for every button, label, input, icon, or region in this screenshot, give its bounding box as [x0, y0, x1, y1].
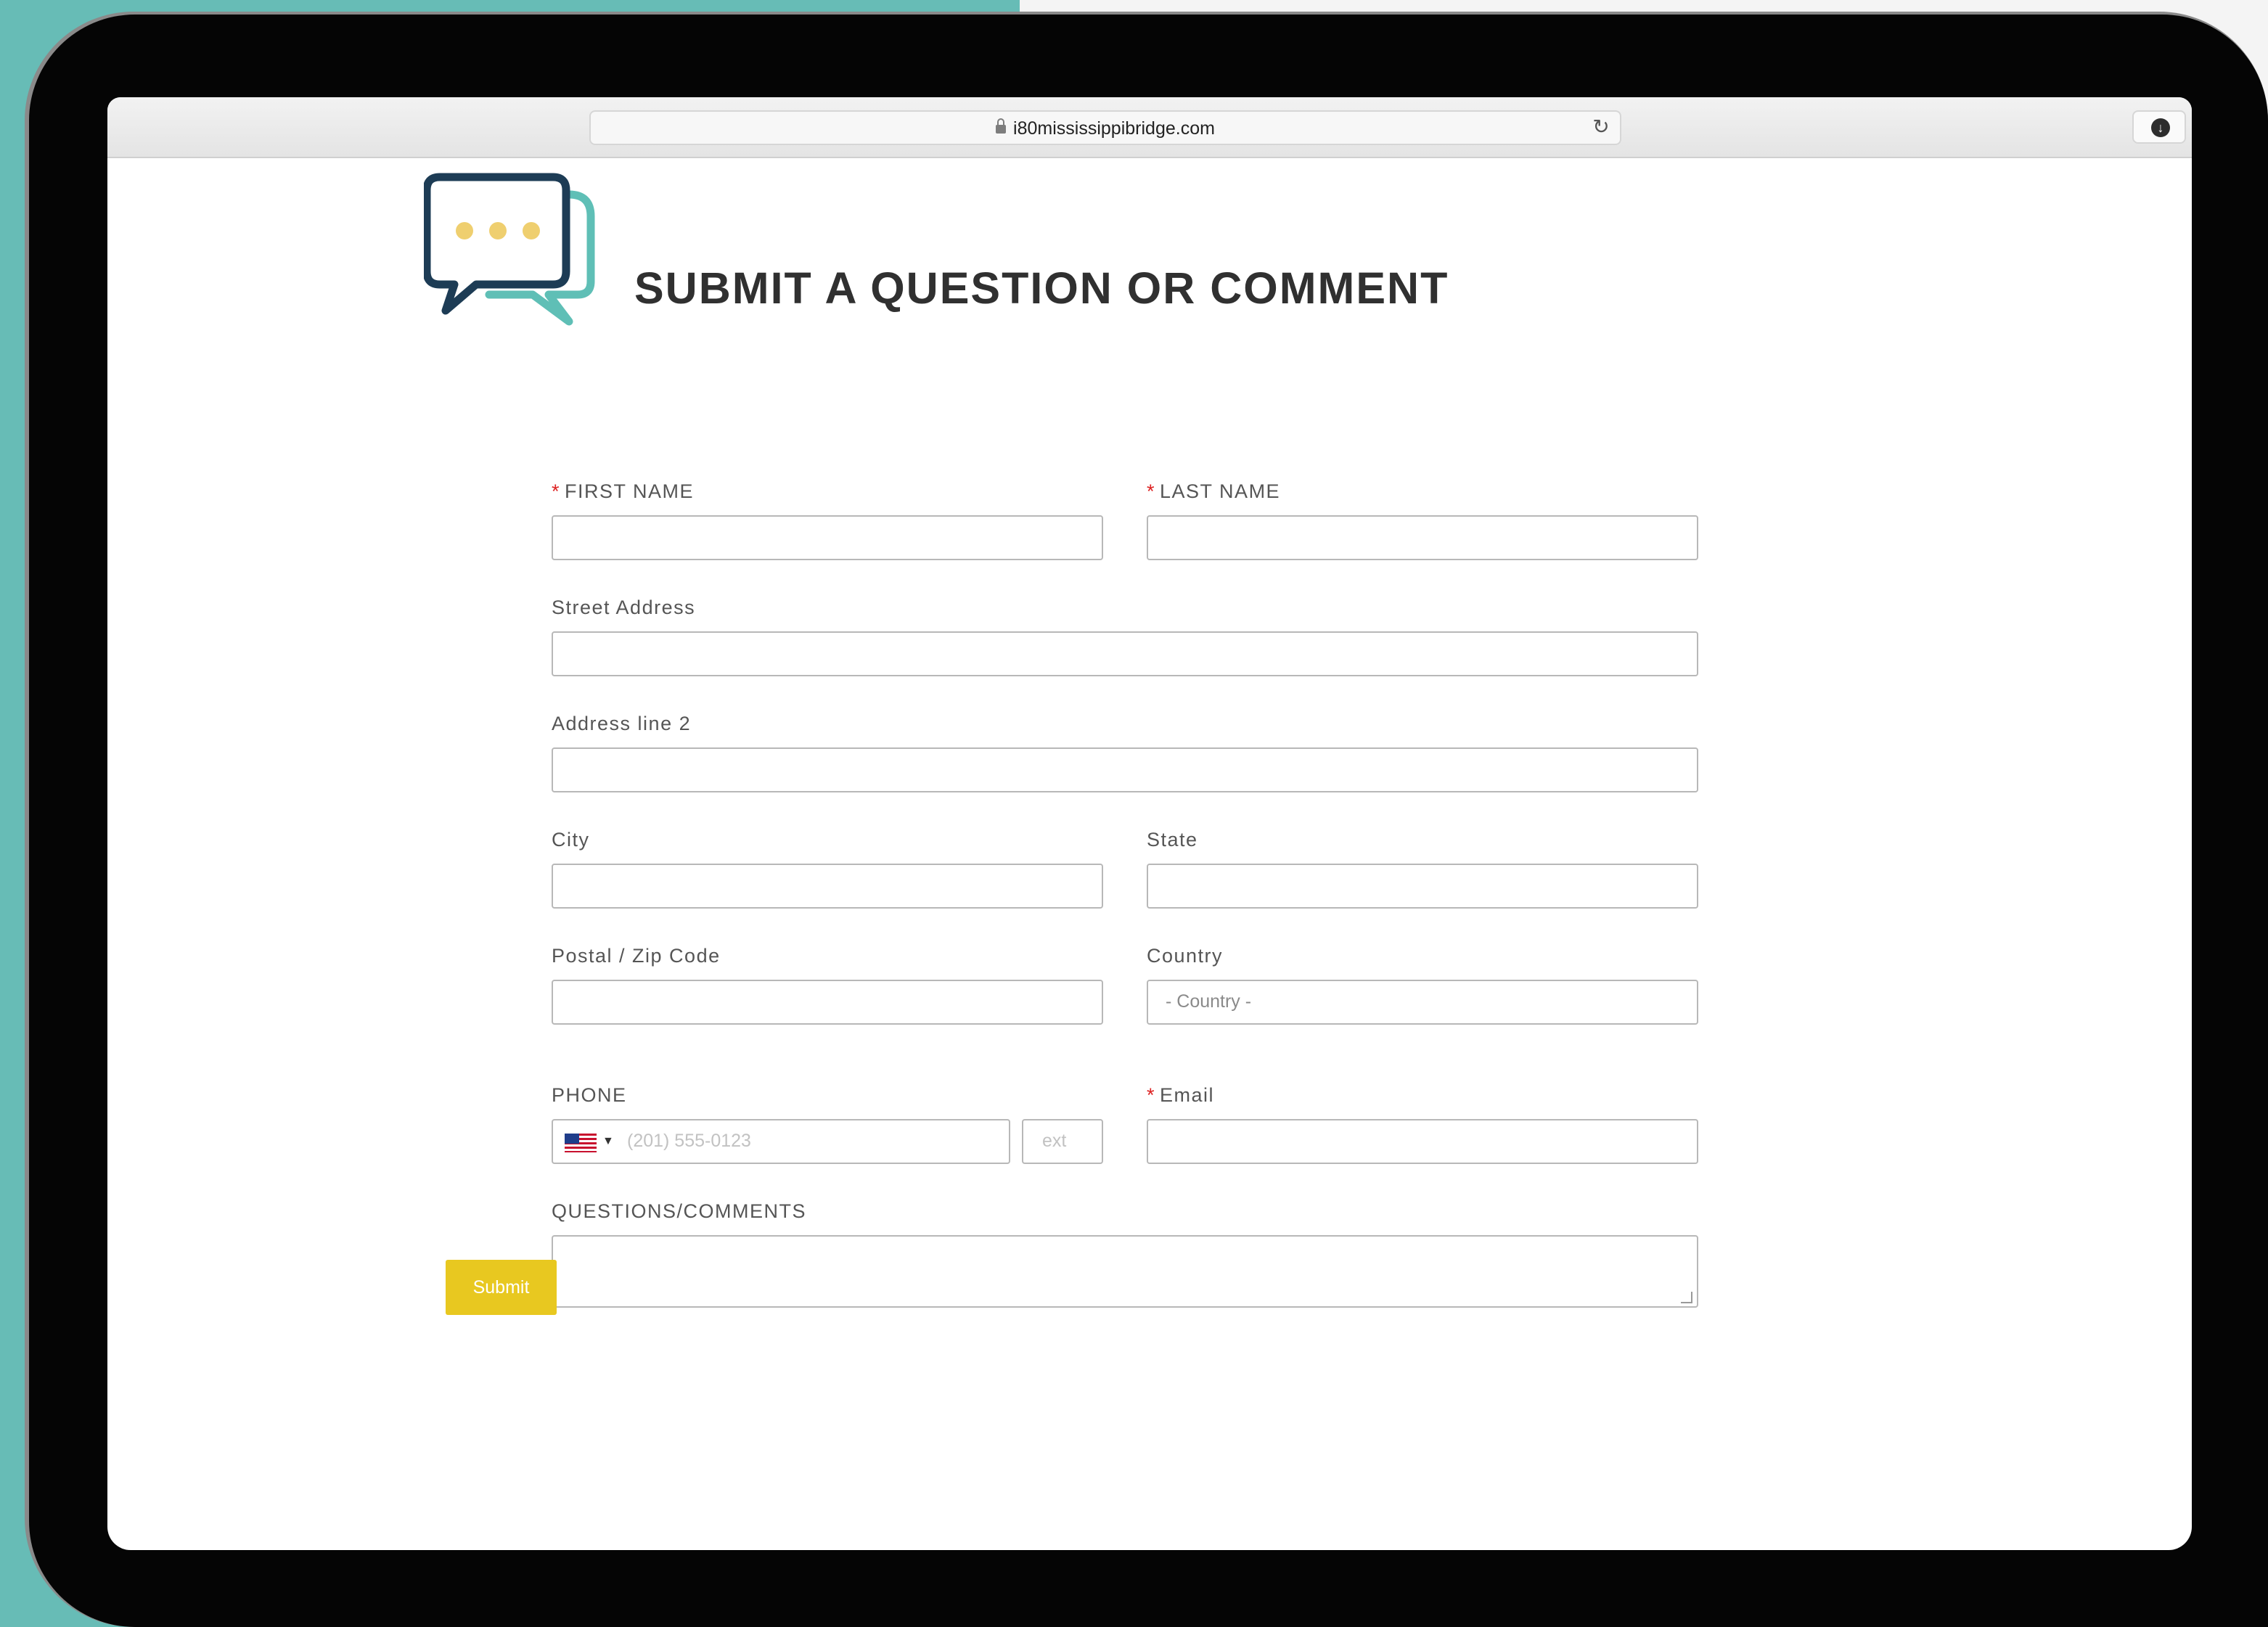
street-address-field[interactable]: [552, 631, 1698, 676]
country-select[interactable]: - Country -: [1147, 980, 1698, 1025]
comments-label: QUESTIONS/COMMENTS: [552, 1200, 807, 1222]
download-button[interactable]: ↓: [2132, 110, 2186, 144]
state-label: State: [1147, 829, 1198, 851]
chat-bubbles-icon: [424, 173, 595, 326]
download-icon: ↓: [2151, 118, 2170, 137]
last-name-label-text: LAST NAME: [1160, 480, 1281, 502]
email-label-text: Email: [1160, 1084, 1215, 1106]
address-line-2-label: Address line 2: [552, 713, 692, 734]
address-line-2-field[interactable]: [552, 747, 1698, 792]
city-label: City: [552, 829, 590, 851]
street-address-label: Street Address: [552, 597, 696, 618]
url-text: i80mississippibridge.com: [1013, 118, 1215, 139]
first-name-label-text: FIRST NAME: [565, 480, 695, 502]
country-selected-value: - Country -: [1166, 991, 1252, 1012]
caret-down-icon[interactable]: ▼: [602, 1135, 614, 1148]
country-label: Country: [1147, 945, 1224, 967]
phone-placeholder: (201) 555-0123: [627, 1131, 751, 1151]
postal-label: Postal / Zip Code: [552, 945, 721, 967]
first-name-label: * FIRST NAME: [552, 480, 694, 503]
reload-icon[interactable]: ↻: [1591, 117, 1611, 137]
email-label: * Email: [1147, 1084, 1214, 1107]
required-marker: *: [1147, 1084, 1156, 1106]
postal-field[interactable]: [552, 980, 1103, 1025]
us-flag-icon[interactable]: [565, 1134, 597, 1152]
comments-textarea[interactable]: [552, 1235, 1698, 1308]
phone-field[interactable]: ▼ (201) 555-0123: [552, 1119, 1010, 1164]
last-name-label: * LAST NAME: [1147, 480, 1280, 503]
resize-handle-icon[interactable]: [1681, 1292, 1692, 1303]
address-bar[interactable]: i80mississippibridge.com ↻: [589, 110, 1621, 145]
phone-ext-field[interactable]: ext: [1022, 1119, 1103, 1164]
city-field[interactable]: [552, 864, 1103, 909]
required-marker: *: [1147, 480, 1156, 502]
email-field[interactable]: [1147, 1119, 1698, 1164]
first-name-field[interactable]: [552, 515, 1103, 560]
required-marker: *: [552, 480, 561, 502]
phone-label: PHONE: [552, 1084, 627, 1106]
phone-ext-placeholder: ext: [1042, 1131, 1067, 1151]
page-title: SUBMIT A QUESTION OR COMMENT: [634, 263, 1449, 313]
browser-toolbar: i80mississippibridge.com ↻ ↓: [107, 97, 2192, 158]
browser-window: i80mississippibridge.com ↻ ↓: [107, 97, 2192, 1550]
submit-button[interactable]: Submit: [446, 1260, 557, 1315]
url-text-wrap: i80mississippibridge.com: [591, 118, 1620, 139]
lock-icon: [996, 118, 1007, 134]
state-field[interactable]: [1147, 864, 1698, 909]
last-name-field[interactable]: [1147, 515, 1698, 560]
